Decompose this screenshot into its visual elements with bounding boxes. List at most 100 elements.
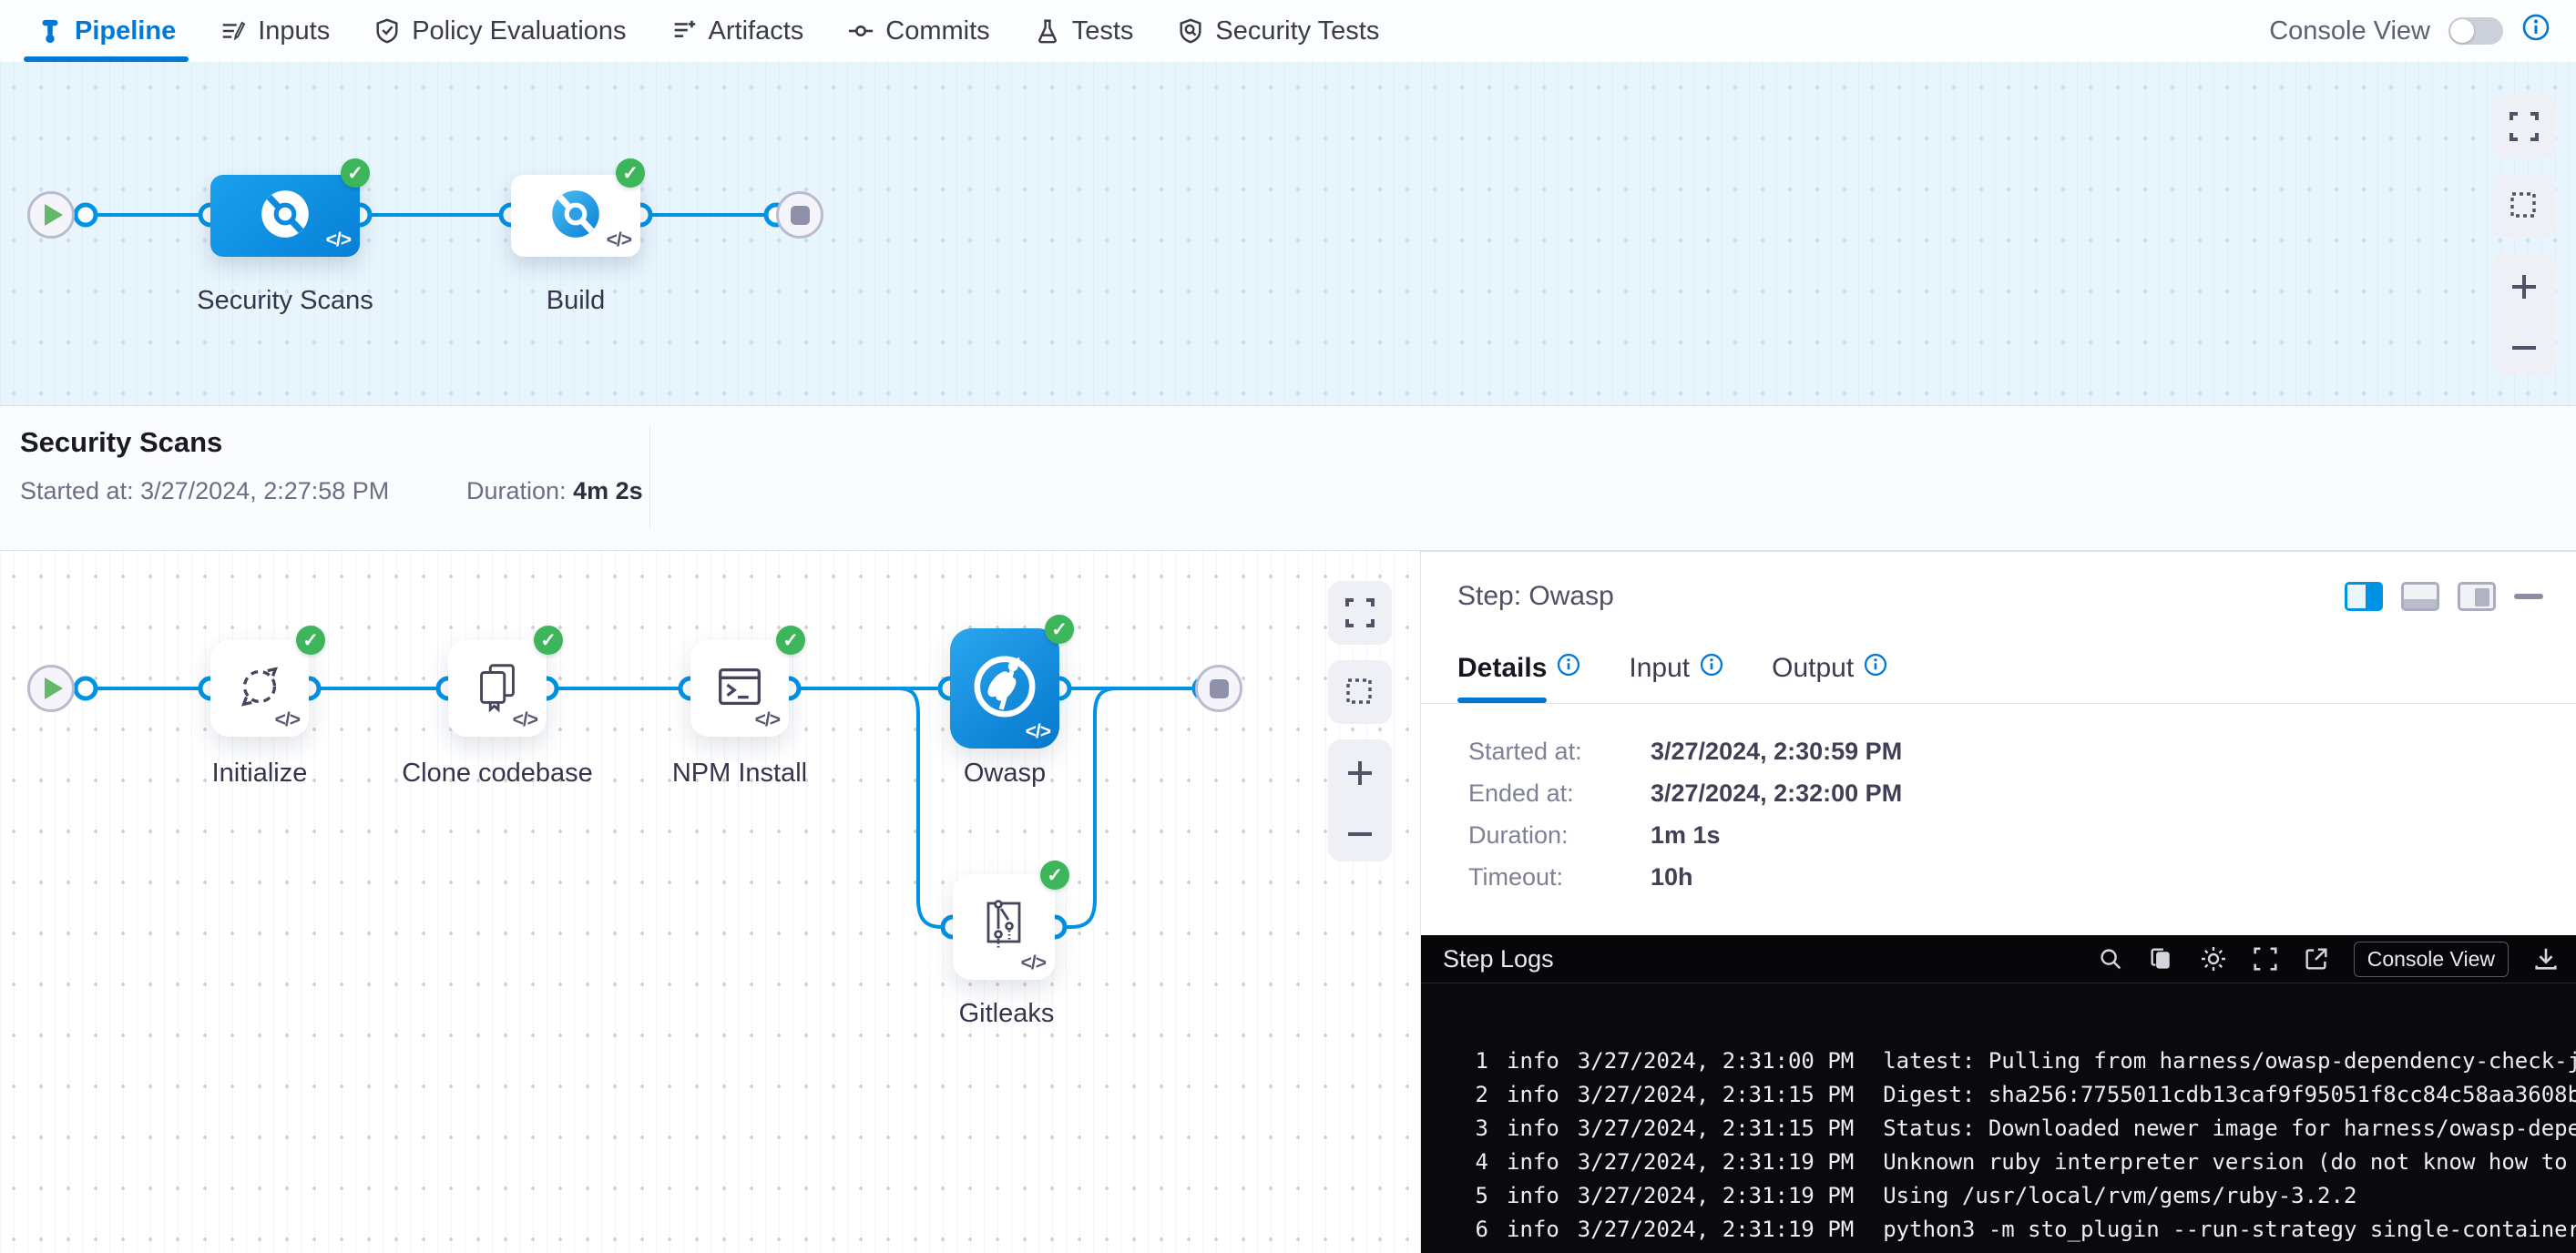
log-timestamp: 3/27/2024, 2:31:19 PM [1578,1149,1854,1175]
commit-icon [847,17,874,45]
step-node-initialize[interactable]: </> [210,640,309,737]
search-icon[interactable] [2097,945,2124,973]
tab-commits[interactable]: Commits [825,0,1011,62]
detail-value: 3/27/2024, 2:32:00 PM [1651,779,1902,808]
download-icon[interactable] [2532,945,2560,973]
step-graph-canvas[interactable]: </> ✓ Initialize </> ✓ Clone codebase </… [0,551,1421,1253]
stage-label[interactable]: Security Scans [165,286,405,316]
inputs-icon [220,17,247,45]
tab-label: Pipeline [75,16,176,46]
divider [1421,703,2576,704]
step-label[interactable]: Clone codebase [383,759,611,789]
tab-input[interactable]: Input [1629,652,1724,685]
play-icon [45,204,63,226]
list-plus-icon [670,17,698,45]
tab-label: Artifacts [709,16,804,46]
info-icon[interactable] [1863,652,1888,685]
duration-label: Duration: [466,477,573,504]
pipeline-execution-page: Pipeline Inputs Policy Evaluations Artif… [0,0,2576,1253]
success-badge: ✓ [1040,861,1069,890]
canvas-fullscreen-button[interactable] [1328,581,1392,645]
canvas-fullscreen-button[interactable] [2492,95,2556,158]
settings-gear-icon[interactable] [2199,944,2228,973]
step-node-gitleaks[interactable]: </> [953,874,1055,980]
step-label[interactable]: Owasp [914,759,1096,789]
copy-icon[interactable] [2148,945,2175,973]
fullscreen-icon[interactable] [2252,945,2279,973]
step-end-node[interactable] [1195,665,1242,712]
pipeline-icon [36,17,64,45]
detail-label: Ended at: [1468,779,1651,808]
success-badge: ✓ [534,626,563,655]
log-message: Unknown ruby interpreter version (do not… [1883,1149,2576,1175]
info-icon[interactable] [2521,13,2550,49]
zoom-in-icon[interactable] [1344,757,1376,794]
minimize-panel-icon[interactable] [2514,594,2543,599]
stop-icon [1210,679,1229,698]
log-line-number: 5 [1465,1183,1488,1208]
step-logs-body[interactable]: 1 info 3/27/2024, 2:31:00 PM latest: Pul… [1421,1048,2576,1250]
stage-label[interactable]: Build [485,286,667,316]
canvas-select-button[interactable] [2492,174,2556,238]
log-line-number: 3 [1465,1115,1488,1141]
log-line-number: 6 [1465,1217,1488,1242]
layout-bottom-panel-icon[interactable] [2401,582,2439,611]
step-node-owasp[interactable]: </> [950,628,1059,749]
code-icon: </> [326,229,351,251]
log-level: info [1507,1217,1559,1242]
detail-value: 10h [1651,863,1693,891]
canvas-select-button[interactable] [1328,660,1392,724]
tab-label: Security Tests [1215,16,1379,46]
tab-output[interactable]: Output [1772,652,1888,685]
step-node-clone-codebase[interactable]: </> [448,640,547,737]
step-label[interactable]: NPM Install [649,759,831,789]
log-message: latest: Pulling from harness/owasp-depen… [1883,1048,2576,1074]
log-line: 5 info 3/27/2024, 2:31:19 PM Using /usr/… [1421,1183,2576,1217]
stage-node-security-scans[interactable]: </> [210,175,360,257]
zoom-in-icon[interactable] [2508,270,2540,308]
tab-pipeline[interactable]: Pipeline [15,0,198,62]
tab-artifacts[interactable]: Artifacts [649,0,826,62]
open-in-new-icon[interactable] [2303,945,2330,973]
build-stage-icon [546,184,606,249]
tab-tests[interactable]: Tests [1012,0,1156,62]
stage-end-node[interactable] [776,191,823,239]
info-icon[interactable] [1699,652,1724,685]
step-label[interactable]: Gitleaks [915,999,1098,1029]
step-panel-title: Step: Owasp [1457,581,1614,612]
detail-value: 1m 1s [1651,821,1721,850]
code-icon: </> [1026,721,1050,743]
stage-duration: Duration: 4m 2s [466,477,643,505]
layout-floating-panel-icon[interactable] [2458,582,2496,611]
stage-graph-canvas[interactable]: </> ✓ Security Scans </> ✓ Build [0,62,2576,405]
tab-security-tests[interactable]: Security Tests [1155,0,1401,62]
step-details-list: Started at: 3/27/2024, 2:30:59 PM Ended … [1468,730,1902,898]
tab-inputs[interactable]: Inputs [198,0,352,62]
console-view-toggle[interactable] [2448,17,2503,45]
zoom-out-icon[interactable] [1344,828,1376,845]
divider [649,426,650,528]
duration-value: 4m 2s [573,477,643,504]
log-line: 4 info 3/27/2024, 2:31:19 PM Unknown rub… [1421,1149,2576,1183]
step-start-node[interactable] [27,665,75,712]
tab-policy-evaluations[interactable]: Policy Evaluations [352,0,648,62]
tab-label: Tests [1072,16,1134,46]
tab-details[interactable]: Details [1457,652,1581,685]
layout-right-panel-icon[interactable] [2345,582,2383,611]
success-badge: ✓ [296,626,325,655]
step-label[interactable]: Initialize [169,759,351,789]
success-badge: ✓ [776,626,805,655]
log-message: Using /usr/local/rvm/gems/ruby-3.2.2 [1883,1183,2356,1208]
log-timestamp: 3/27/2024, 2:31:19 PM [1578,1217,1854,1242]
stage-node-build[interactable]: </> [511,175,640,257]
info-icon[interactable] [1556,652,1581,685]
console-view-button[interactable]: Console View [2354,942,2509,977]
detail-value: 3/27/2024, 2:30:59 PM [1651,738,1902,766]
step-details-panel: Step: Owasp Details Input Output [1421,551,2576,1253]
stage-info-title: Security Scans [20,426,222,459]
log-message: Digest: sha256:7755011cdb13caf9f95051f8c… [1883,1082,2576,1107]
stage-start-node[interactable] [27,191,75,239]
tab-label: Details [1457,653,1547,684]
step-node-npm-install[interactable]: </> [690,640,789,737]
zoom-out-icon[interactable] [2508,341,2540,359]
